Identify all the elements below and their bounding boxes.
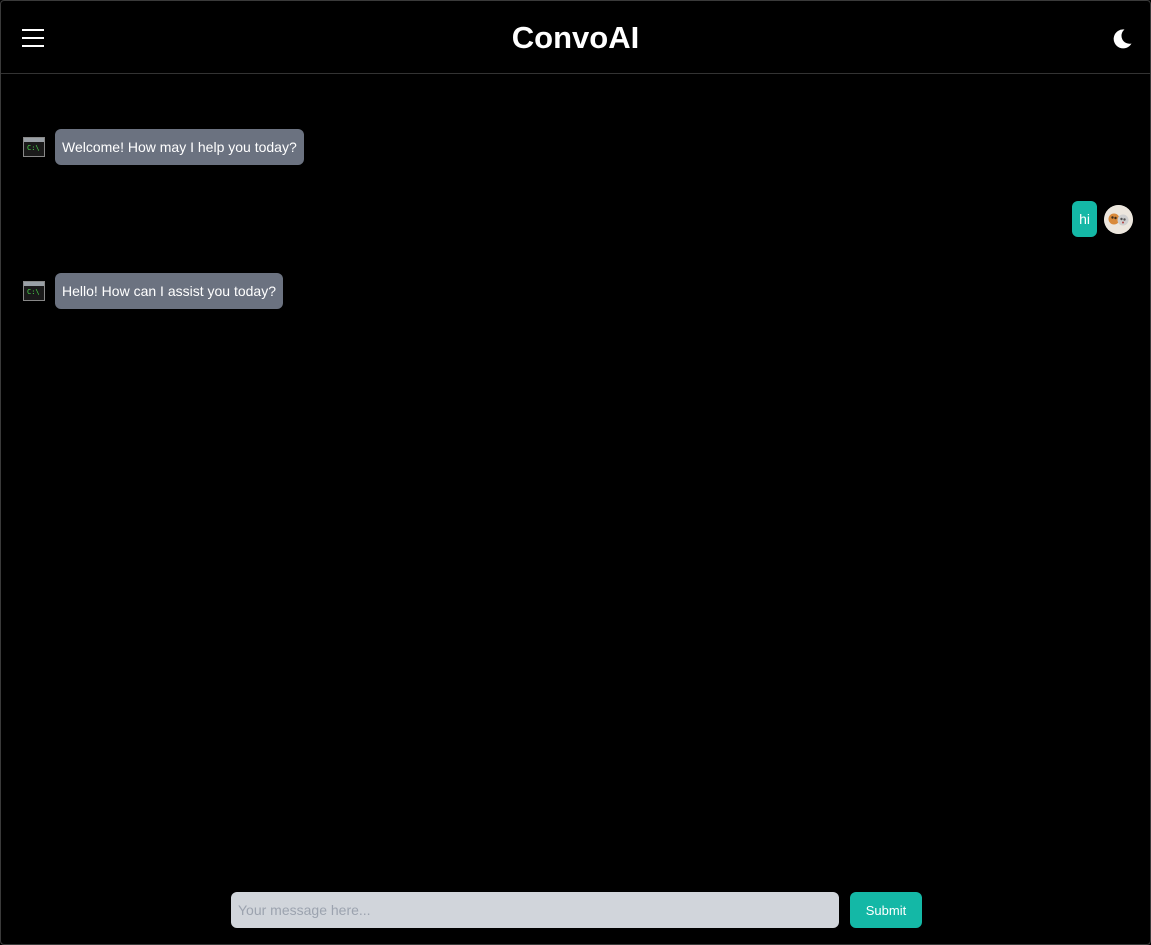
message-row-user: hi (1072, 201, 1133, 237)
terminal-icon: C:\ (23, 281, 45, 301)
chat-app: ConvoAI C:\ Welcome! How may I help you … (0, 0, 1151, 945)
user-avatar-icon (1104, 204, 1133, 234)
terminal-prompt: C:\ (27, 288, 40, 296)
message-row-bot: C:\ Welcome! How may I help you today? (23, 129, 304, 165)
bot-message-bubble: Welcome! How may I help you today? (55, 129, 304, 165)
message-input[interactable] (231, 892, 839, 928)
terminal-icon: C:\ (23, 137, 45, 157)
moon-icon[interactable] (1111, 28, 1133, 50)
bot-message-bubble: Hello! How can I assist you today? (55, 273, 283, 309)
header: ConvoAI (1, 1, 1150, 74)
submit-button[interactable]: Submit (850, 892, 922, 928)
message-row-bot: C:\ Hello! How can I assist you today? (23, 273, 283, 309)
message-composer: Submit (231, 892, 922, 928)
page-title: ConvoAI (511, 20, 640, 55)
terminal-prompt: C:\ (27, 144, 40, 152)
user-message-bubble: hi (1072, 201, 1097, 237)
